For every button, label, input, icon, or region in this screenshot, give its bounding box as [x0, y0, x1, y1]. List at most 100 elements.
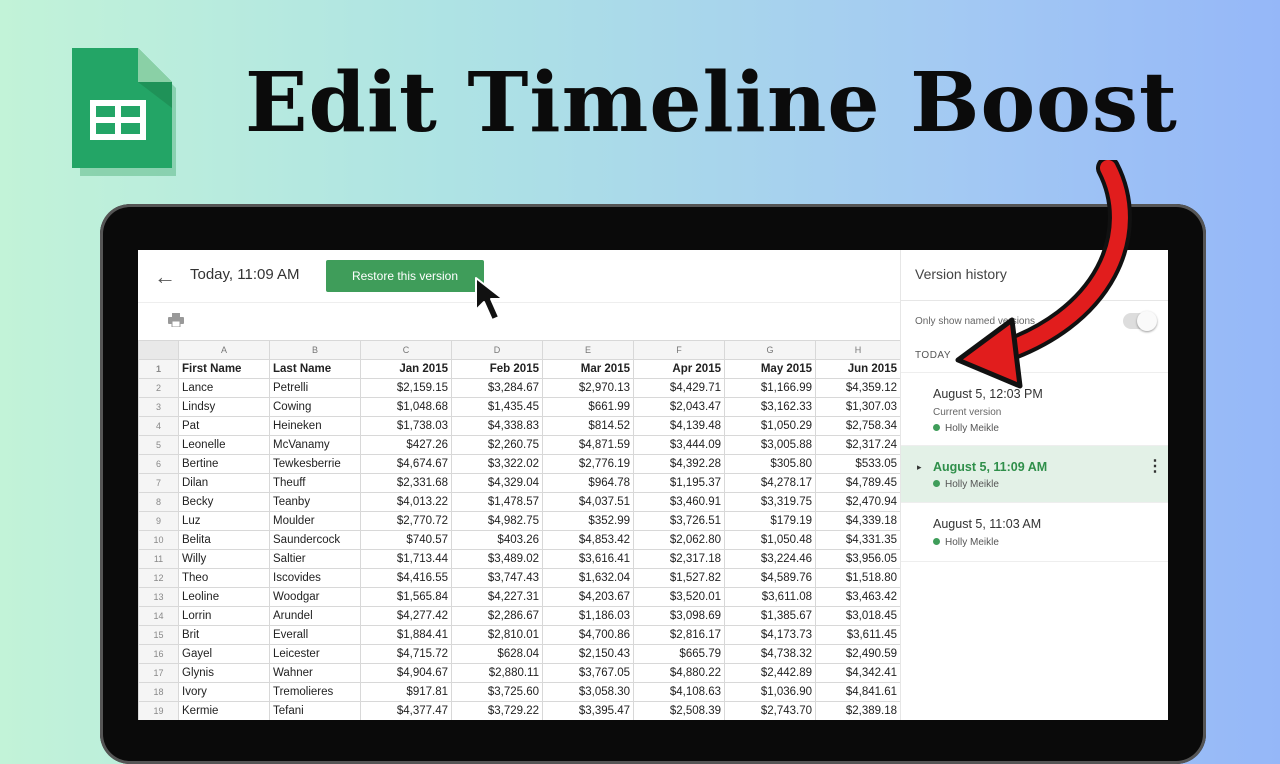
table-cell[interactable]: Luz [178, 511, 270, 531]
table-cell[interactable]: Lorrin [178, 606, 270, 626]
table-cell[interactable]: $179.19 [724, 511, 816, 531]
table-cell[interactable]: Petrelli [269, 378, 361, 398]
table-cell[interactable]: $2,490.59 [815, 644, 901, 664]
table-cell[interactable]: Glynis [178, 663, 270, 683]
table-cell[interactable]: $4,392.28 [633, 454, 725, 474]
table-cell[interactable]: $4,738.32 [724, 644, 816, 664]
table-cell[interactable]: $2,880.11 [451, 663, 543, 683]
table-cell[interactable]: Mar 2015 [542, 359, 634, 379]
restore-version-button[interactable]: Restore this version [326, 260, 484, 292]
table-cell[interactable]: $1,632.04 [542, 568, 634, 588]
version-item-selected[interactable]: ▸ August 5, 11:09 AM ⋮ Holly Meikle [901, 445, 1168, 502]
table-cell[interactable]: $1,050.48 [724, 530, 816, 550]
table-cell[interactable]: $1,884.41 [360, 625, 452, 645]
table-cell[interactable]: $4,880.22 [633, 663, 725, 683]
column-header-a[interactable]: A [178, 340, 270, 360]
table-cell[interactable]: Tewkesberrie [269, 454, 361, 474]
table-cell[interactable]: $2,776.19 [542, 454, 634, 474]
table-cell[interactable]: $2,508.39 [633, 701, 725, 720]
table-cell[interactable]: $4,339.18 [815, 511, 901, 531]
table-cell[interactable]: Saltier [269, 549, 361, 569]
table-cell[interactable]: Bertine [178, 454, 270, 474]
table-cell[interactable]: $4,715.72 [360, 644, 452, 664]
table-cell[interactable]: $3,725.60 [451, 682, 543, 702]
table-cell[interactable]: $4,277.42 [360, 606, 452, 626]
table-cell[interactable]: $3,284.67 [451, 378, 543, 398]
table-cell[interactable]: $2,442.89 [724, 663, 816, 683]
table-cell[interactable]: $4,227.31 [451, 587, 543, 607]
table-cell[interactable]: $1,166.99 [724, 378, 816, 398]
row-number[interactable]: 5 [138, 435, 179, 455]
table-cell[interactable]: $1,050.29 [724, 416, 816, 436]
table-cell[interactable]: McVanamy [269, 435, 361, 455]
table-cell[interactable]: Tefani [269, 701, 361, 720]
table-cell[interactable]: $1,307.03 [815, 397, 901, 417]
table-cell[interactable]: Theo [178, 568, 270, 588]
table-cell[interactable]: $628.04 [451, 644, 543, 664]
table-cell[interactable]: $3,729.22 [451, 701, 543, 720]
table-cell[interactable]: $4,342.41 [815, 663, 901, 683]
table-cell[interactable]: $3,463.42 [815, 587, 901, 607]
table-cell[interactable]: $2,743.70 [724, 701, 816, 720]
table-cell[interactable]: $665.79 [633, 644, 725, 664]
table-cell[interactable]: $4,139.48 [633, 416, 725, 436]
table-cell[interactable]: $427.26 [360, 435, 452, 455]
table-cell[interactable]: $4,982.75 [451, 511, 543, 531]
table-cell[interactable]: Jan 2015 [360, 359, 452, 379]
table-cell[interactable]: $2,317.18 [633, 549, 725, 569]
table-cell[interactable]: $3,319.75 [724, 492, 816, 512]
row-number[interactable]: 16 [138, 644, 179, 664]
table-cell[interactable]: $3,098.69 [633, 606, 725, 626]
column-header-h[interactable]: H [815, 340, 901, 360]
table-cell[interactable]: $661.99 [542, 397, 634, 417]
table-cell[interactable]: Willy [178, 549, 270, 569]
table-cell[interactable]: Cowing [269, 397, 361, 417]
table-cell[interactable]: Everall [269, 625, 361, 645]
table-cell[interactable]: Iscovides [269, 568, 361, 588]
column-header-f[interactable]: F [633, 340, 725, 360]
more-options-icon[interactable]: ⋮ [1147, 456, 1163, 476]
table-cell[interactable]: Kermie [178, 701, 270, 720]
table-cell[interactable]: Wahner [269, 663, 361, 683]
table-cell[interactable]: $4,904.67 [360, 663, 452, 683]
table-cell[interactable]: Becky [178, 492, 270, 512]
table-cell[interactable]: $3,616.41 [542, 549, 634, 569]
table-cell[interactable]: $2,970.13 [542, 378, 634, 398]
row-number[interactable]: 19 [138, 701, 179, 720]
expand-triangle-icon[interactable]: ▸ [917, 462, 922, 473]
table-cell[interactable]: Ivory [178, 682, 270, 702]
table-cell[interactable]: $3,726.51 [633, 511, 725, 531]
table-cell[interactable]: $2,062.80 [633, 530, 725, 550]
table-cell[interactable]: $3,767.05 [542, 663, 634, 683]
table-cell[interactable]: $2,770.72 [360, 511, 452, 531]
table-cell[interactable]: $4,013.22 [360, 492, 452, 512]
table-cell[interactable]: $2,150.43 [542, 644, 634, 664]
table-cell[interactable]: $533.05 [815, 454, 901, 474]
table-cell[interactable]: $3,322.02 [451, 454, 543, 474]
table-cell[interactable]: $3,611.45 [815, 625, 901, 645]
table-cell[interactable]: $2,389.18 [815, 701, 901, 720]
table-cell[interactable]: $4,429.71 [633, 378, 725, 398]
row-number[interactable]: 18 [138, 682, 179, 702]
table-cell[interactable]: $964.78 [542, 473, 634, 493]
row-number[interactable]: 4 [138, 416, 179, 436]
table-cell[interactable]: $2,816.17 [633, 625, 725, 645]
table-cell[interactable]: $1,186.03 [542, 606, 634, 626]
table-cell[interactable]: Jun 2015 [815, 359, 901, 379]
table-cell[interactable]: $3,460.91 [633, 492, 725, 512]
table-cell[interactable]: $3,489.02 [451, 549, 543, 569]
version-item-older[interactable]: August 5, 11:03 AM Holly Meikle [901, 502, 1168, 562]
table-cell[interactable]: $1,195.37 [633, 473, 725, 493]
back-arrow-icon[interactable]: ← [154, 264, 176, 290]
table-cell[interactable]: $1,435.45 [451, 397, 543, 417]
table-cell[interactable]: $3,162.33 [724, 397, 816, 417]
table-cell[interactable]: $2,286.67 [451, 606, 543, 626]
table-cell[interactable]: $3,005.88 [724, 435, 816, 455]
table-cell[interactable]: Moulder [269, 511, 361, 531]
table-cell[interactable]: $4,338.83 [451, 416, 543, 436]
table-cell[interactable]: $3,520.01 [633, 587, 725, 607]
row-number[interactable]: 15 [138, 625, 179, 645]
table-cell[interactable]: $4,589.76 [724, 568, 816, 588]
table-cell[interactable]: $3,018.45 [815, 606, 901, 626]
row-number[interactable]: 7 [138, 473, 179, 493]
